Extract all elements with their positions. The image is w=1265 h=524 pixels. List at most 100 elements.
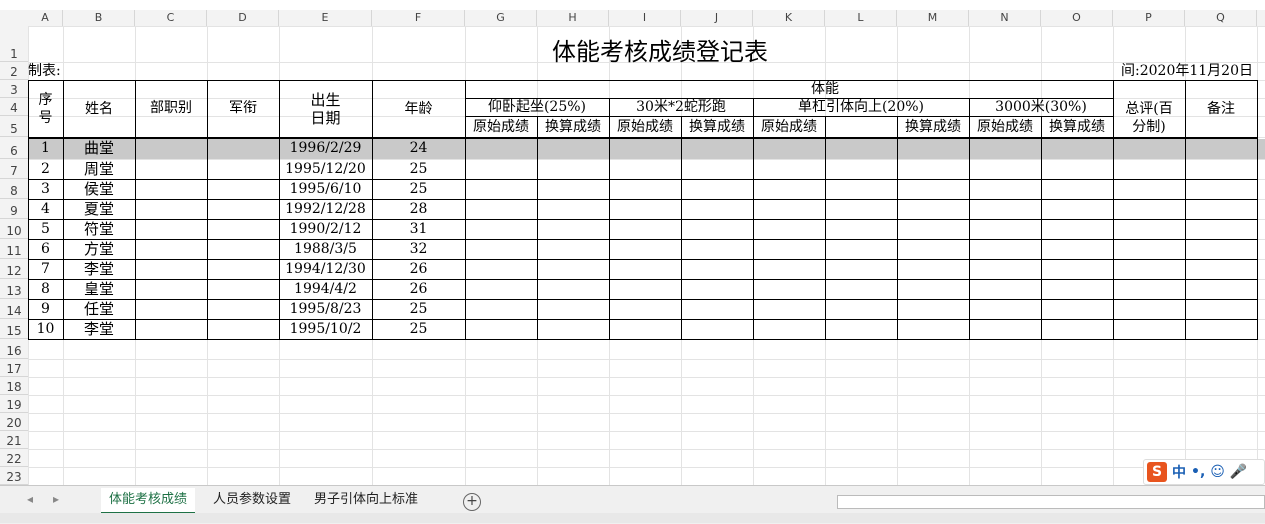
column-header-m[interactable]: M [897, 10, 969, 26]
cell-name: 符堂 [83, 220, 114, 238]
date-label: 间:2020年11月20日 [1121, 63, 1253, 79]
table-border [1041, 116, 1042, 340]
tab-pullup-standard[interactable]: 男子引体向上标准 [306, 488, 426, 512]
column-header-a[interactable]: A [28, 10, 63, 26]
row-header-2[interactable]: 2 [0, 62, 28, 80]
column-header-d[interactable]: D [207, 10, 279, 26]
cell-birth: 1988/3/5 [294, 241, 357, 257]
cell-age: 28 [409, 201, 428, 217]
row-header-21[interactable]: 21 [0, 431, 28, 449]
tab-fitness-scores[interactable]: 体能考核成绩 [101, 488, 196, 514]
gridline-h [28, 377, 1265, 378]
prev-sheet-icon[interactable]: ◂ [27, 492, 33, 506]
cell-age: 25 [409, 181, 428, 197]
row-header-12[interactable]: 12 [0, 259, 28, 279]
row-header-bar: 1 2 3 4 5 6 7 8 9 10 11 12 13 14 15 16 17 18 19 20 21 22 23 [0, 26, 29, 485]
column-header-j[interactable]: J [681, 10, 753, 26]
column-header-l[interactable]: L [825, 10, 897, 26]
cell-name: 皇堂 [83, 280, 114, 298]
header-fitness: 体能 [811, 81, 839, 97]
row-header-8[interactable]: 8 [0, 179, 28, 199]
row-header-5[interactable]: 5 [0, 116, 28, 137]
row-header-6[interactable]: 6 [0, 137, 28, 159]
table-border [537, 116, 538, 340]
cell-birth: 1994/12/30 [285, 261, 366, 277]
row-header-15[interactable]: 15 [0, 319, 28, 339]
row-header-3[interactable]: 3 [0, 80, 28, 98]
cell-seq: 2 [41, 161, 50, 177]
next-sheet-icon[interactable]: ▸ [53, 492, 59, 506]
row-header-11[interactable]: 11 [0, 239, 28, 259]
header-dept: 部职别 [150, 100, 192, 116]
horizontal-scrollbar[interactable] [837, 495, 1265, 509]
cell-name: 夏堂 [83, 200, 114, 218]
header-run30: 30米*2蛇形跑 [636, 99, 726, 115]
column-header-f[interactable]: F [372, 10, 465, 26]
header-converted-score: 换算成绩 [689, 118, 745, 135]
column-header-e[interactable]: E [279, 10, 372, 26]
header-birth: 出生 日期 [310, 90, 341, 127]
ime-mode-label[interactable]: 中 [1172, 462, 1186, 482]
row-header-1[interactable]: 1 [0, 26, 28, 62]
column-header-q[interactable]: Q [1185, 10, 1257, 26]
column-header-n[interactable]: N [969, 10, 1041, 26]
table-border [28, 259, 1258, 260]
gridline-h [28, 359, 1265, 360]
gridline-h [28, 431, 1265, 432]
table-border [28, 279, 1258, 280]
table-border [681, 116, 682, 340]
punctuation-icon[interactable]: •, [1191, 464, 1205, 480]
cell-age: 26 [409, 281, 428, 297]
row-header-17[interactable]: 17 [0, 359, 28, 377]
cell-seq: 10 [36, 321, 55, 337]
column-header-g[interactable]: G [465, 10, 537, 26]
column-header-c[interactable]: C [135, 10, 207, 26]
worksheet-grid[interactable]: 体能考核成绩登记表 制表: 间:2020年11月20日序号 姓名 部职别 军衔 出生 日期 年龄… [28, 26, 1265, 486]
cell-birth: 1996/2/29 [289, 140, 362, 156]
row-header-22[interactable]: 22 [0, 449, 28, 467]
header-raw-score: 原始成绩 [977, 118, 1033, 135]
cell-seq: 8 [41, 281, 50, 297]
maker-label: 制表: [28, 63, 61, 79]
column-header-k[interactable]: K [753, 10, 825, 26]
row-header-20[interactable]: 20 [0, 413, 28, 431]
row-header-16[interactable]: 16 [0, 339, 28, 359]
add-sheet-button[interactable]: + [463, 493, 481, 511]
header-converted-score: 换算成绩 [905, 118, 961, 135]
gridline-h [28, 395, 1265, 396]
cell-age: 26 [409, 261, 428, 277]
table-border [28, 138, 1258, 139]
header-situp: 仰卧起坐(25%) [487, 99, 587, 115]
table-border [897, 116, 898, 340]
header-total: 总评(百 分制) [1125, 100, 1173, 135]
column-header-i[interactable]: I [609, 10, 681, 26]
header-age: 年龄 [404, 100, 433, 117]
cell-name: 方堂 [83, 240, 114, 258]
column-header-p[interactable]: P [1113, 10, 1185, 26]
row-header-9[interactable]: 9 [0, 199, 28, 219]
row-header-4[interactable]: 4 [0, 98, 28, 116]
ime-toolbar[interactable]: S 中 •, ☺ 🎤 [1143, 459, 1265, 485]
header-converted-score: 换算成绩 [1049, 118, 1105, 135]
cell-name: 李堂 [83, 260, 114, 278]
row-header-23[interactable]: 23 [0, 467, 28, 485]
header-pullup: 单杠引体向上(20%) [797, 99, 925, 115]
emoji-icon[interactable]: ☺ [1210, 464, 1225, 480]
row-header-19[interactable]: 19 [0, 395, 28, 413]
table-border [28, 179, 1258, 180]
cell-age: 31 [409, 221, 428, 237]
row-header-10[interactable]: 10 [0, 219, 28, 239]
mic-icon[interactable]: 🎤 [1230, 464, 1247, 480]
row-header-18[interactable]: 18 [0, 377, 28, 395]
table-border [1257, 80, 1258, 340]
tab-personnel-params[interactable]: 人员参数设置 [205, 488, 299, 512]
cell-name: 侯堂 [83, 180, 114, 198]
column-header-o[interactable]: O [1041, 10, 1113, 26]
row-header-7[interactable]: 7 [0, 159, 28, 179]
row-header-13[interactable]: 13 [0, 279, 28, 299]
column-header-h[interactable]: H [537, 10, 609, 26]
table-border [28, 319, 1258, 320]
column-header-b[interactable]: B [63, 10, 135, 26]
row-header-14[interactable]: 14 [0, 299, 28, 319]
header-raw-score: 原始成绩 [761, 118, 817, 135]
